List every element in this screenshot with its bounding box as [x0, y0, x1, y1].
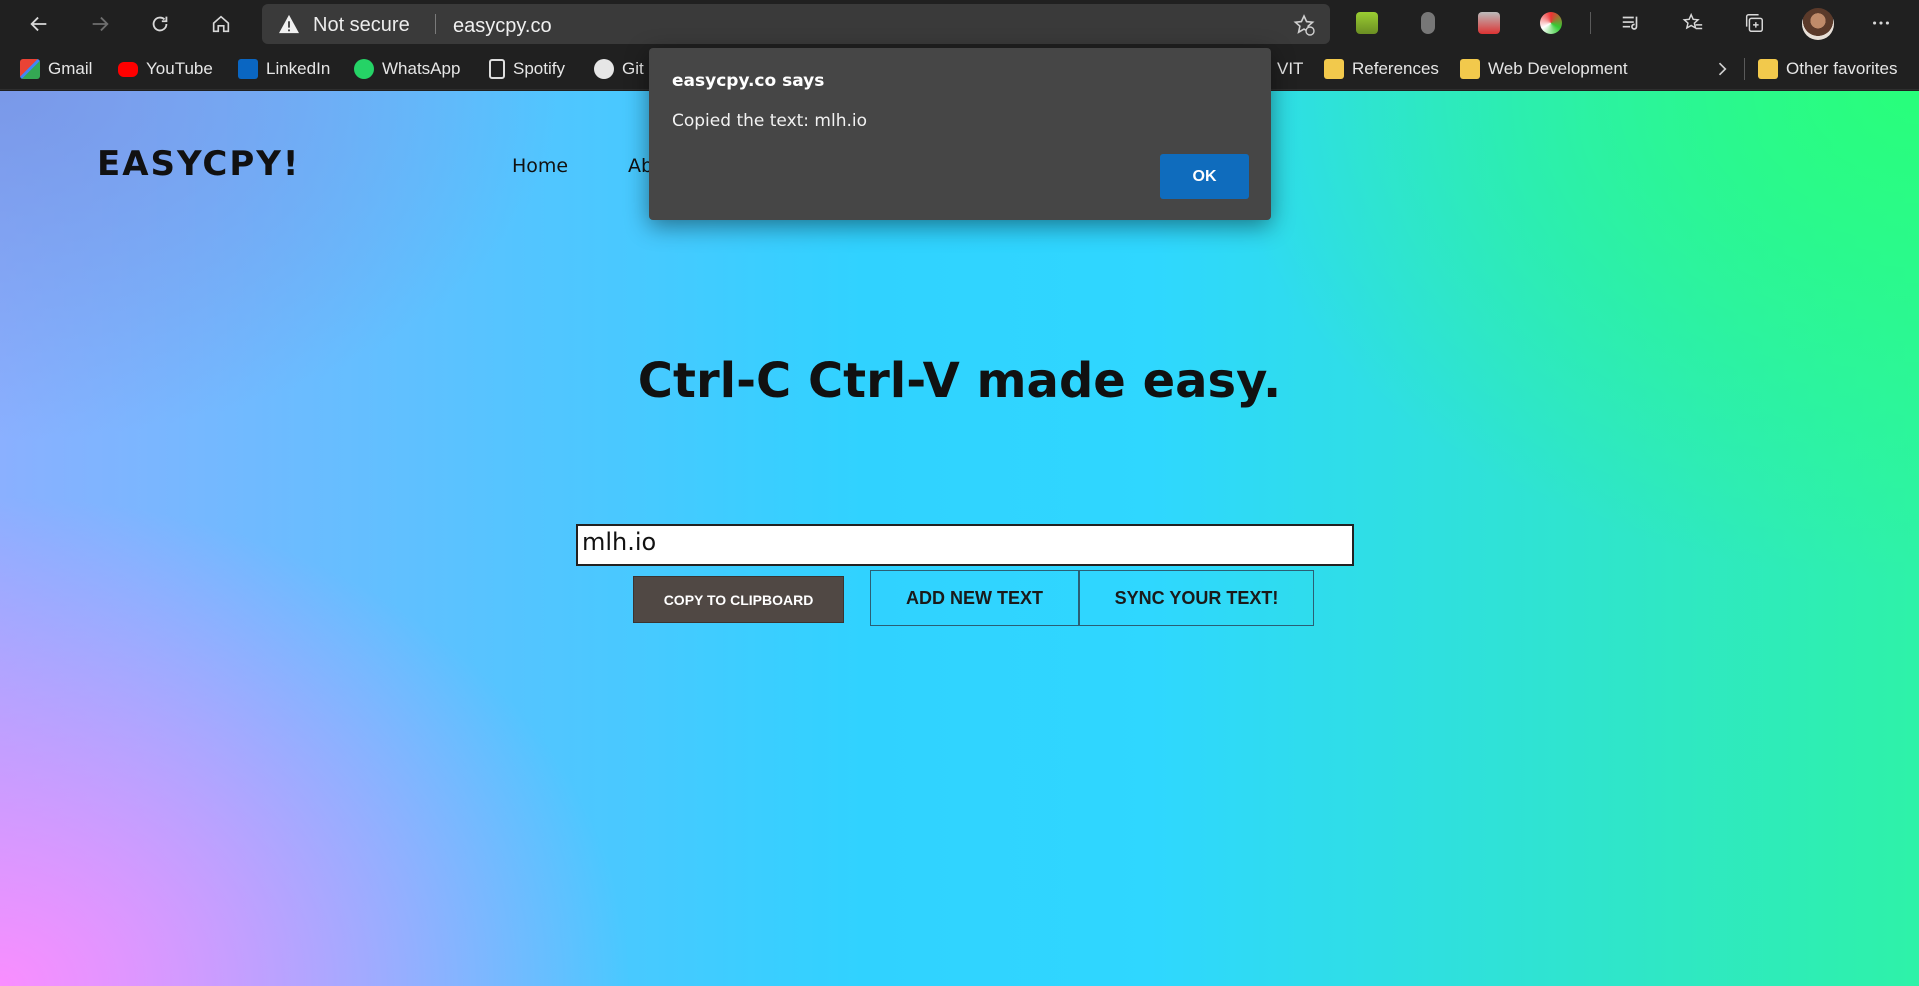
bookmark-linkedin[interactable]: LinkedIn — [238, 56, 330, 82]
address-bar[interactable]: Not secure easycpy.co — [262, 4, 1330, 44]
bookmark-folder-references[interactable]: References — [1324, 56, 1439, 82]
profile-avatar[interactable] — [1802, 8, 1834, 40]
bookmark-spotify[interactable]: Spotify — [489, 56, 565, 82]
refresh-icon — [152, 16, 168, 32]
whatsapp-icon — [354, 59, 374, 79]
bookmark-label: WhatsApp — [382, 59, 461, 78]
bookmark-gmail[interactable]: Gmail — [20, 56, 92, 82]
forward-button[interactable] — [83, 8, 117, 40]
arrow-right-icon — [92, 16, 109, 32]
favorites-icon[interactable] — [1680, 10, 1706, 36]
bookmark-youtube[interactable]: YouTube — [118, 56, 213, 82]
bookmark-vit[interactable]: VIT — [1277, 56, 1303, 82]
bookmark-label: LinkedIn — [266, 59, 331, 78]
arrow-left-icon — [30, 16, 47, 32]
more-options-icon[interactable] — [1868, 10, 1894, 36]
github-icon — [594, 59, 614, 79]
copy-to-clipboard-button[interactable]: COPY TO CLIPBOARD — [633, 576, 844, 623]
bookmark-github[interactable]: Git — [594, 56, 644, 82]
bookmark-label: Spotify — [513, 59, 565, 78]
more-bookmarks-button[interactable] — [1712, 56, 1732, 82]
folder-icon — [1324, 59, 1344, 79]
url-text[interactable]: easycpy.co — [453, 15, 552, 38]
page-content: EASYCPY! Home Ab Ctrl-C Ctrl-V made easy… — [0, 91, 1919, 986]
bookmark-label: VIT — [1277, 59, 1304, 78]
bookmark-divider — [1744, 58, 1745, 80]
alert-dialog: easycpy.co says Copied the text: mlh.io … — [649, 48, 1271, 220]
ok-button[interactable]: OK — [1160, 154, 1249, 199]
nav-home[interactable]: Home — [512, 155, 568, 177]
bookmark-label: Gmail — [48, 59, 93, 78]
youtube-icon — [118, 61, 138, 77]
bookmark-label: Web Development — [1488, 59, 1628, 78]
home-button[interactable] — [204, 8, 238, 40]
back-button[interactable] — [22, 8, 56, 40]
warning-icon — [279, 14, 299, 34]
address-divider — [435, 14, 436, 34]
security-label[interactable]: Not secure — [313, 14, 410, 37]
extension-icon[interactable] — [1478, 12, 1500, 34]
bookmark-label: Other favorites — [1786, 59, 1898, 78]
linkedin-icon — [238, 59, 258, 79]
add-new-text-button[interactable]: ADD NEW TEXT — [870, 570, 1079, 626]
bookmark-label: Git — [622, 59, 644, 78]
hero-headline: Ctrl-C Ctrl-V made easy. — [637, 353, 1282, 409]
bookmark-folder-web-development[interactable]: Web Development — [1460, 56, 1628, 82]
bookmark-label: YouTube — [146, 59, 213, 78]
add-favorite-icon[interactable] — [1292, 13, 1316, 37]
folder-icon — [1460, 59, 1480, 79]
refresh-button[interactable] — [143, 8, 177, 40]
site-logo[interactable]: EASYCPY! — [97, 144, 300, 184]
reading-list-icon[interactable] — [1618, 10, 1644, 36]
home-icon — [212, 15, 230, 33]
folder-icon — [1758, 59, 1778, 79]
collections-icon[interactable] — [1741, 10, 1767, 36]
bookmark-whatsapp[interactable]: WhatsApp — [354, 56, 460, 82]
gmail-icon — [20, 59, 40, 79]
toolbar-divider — [1590, 12, 1591, 34]
dialog-title: easycpy.co says — [672, 71, 825, 91]
extension-icon[interactable] — [1356, 12, 1378, 34]
page-icon — [489, 59, 505, 79]
text-input[interactable]: mlh.io — [576, 524, 1354, 566]
dialog-message: Copied the text: mlh.io — [672, 111, 868, 131]
sync-text-button[interactable]: SYNC YOUR TEXT! — [1079, 570, 1314, 626]
bookmark-label: References — [1352, 59, 1439, 78]
bookmark-folder-other-favorites[interactable]: Other favorites — [1758, 56, 1898, 82]
chevron-right-icon — [1718, 62, 1727, 76]
extension-icon[interactable] — [1540, 12, 1562, 34]
browser-toolbar: Not secure easycpy.co — [0, 0, 1919, 48]
extension-icon[interactable] — [1421, 12, 1435, 34]
